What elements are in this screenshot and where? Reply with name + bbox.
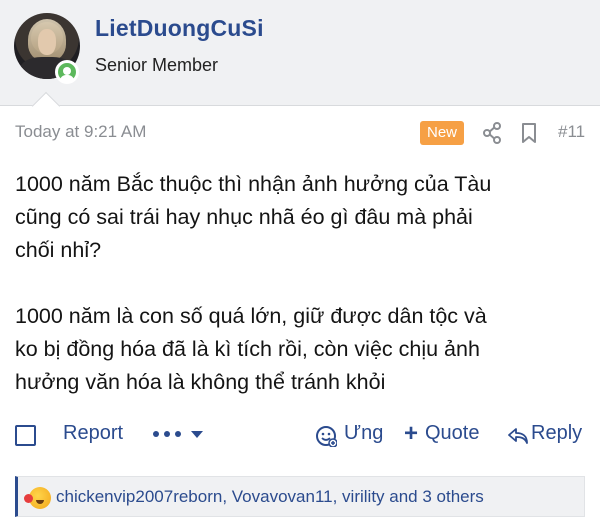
post-actions-bar: Report Ưng + Quote Reply xyxy=(0,418,600,452)
user-title: Senior Member xyxy=(95,55,219,75)
post-meta-row: Today at 9:21 AM New #11 xyxy=(0,118,600,148)
avatar-face xyxy=(38,29,56,55)
report-link[interactable]: Report xyxy=(63,422,123,445)
message-line: cũng có sai trái hay nhục nhã éo gì đâu … xyxy=(15,205,473,229)
chevron-down-icon xyxy=(191,431,203,438)
reply-button[interactable]: Reply xyxy=(531,422,582,445)
post-timestamp[interactable]: Today at 9:21 AM xyxy=(15,122,146,142)
more-dots-icon xyxy=(175,431,181,437)
message-line: 1000 năm Bắc thuộc thì nhận ảnh hưởng củ… xyxy=(15,172,492,196)
reactions-bar[interactable]: chickenvip2007reborn, Vovavovan11, viril… xyxy=(15,476,585,517)
post-number-link[interactable]: #11 xyxy=(558,122,585,142)
reactions-summary-link[interactable]: chickenvip2007reborn, Vovavovan11, viril… xyxy=(56,487,484,507)
more-dots-icon xyxy=(153,431,159,437)
message-line: ko bị đồng hóa đã là kì tích rồi, còn vi… xyxy=(15,337,480,361)
laughing-face-icon xyxy=(24,487,51,509)
message-line: hưởng văn hóa là không thể tránh khỏi xyxy=(15,370,386,394)
message-line: chối nhỉ? xyxy=(15,238,102,262)
react-button[interactable]: Ưng xyxy=(344,422,383,445)
share-icon[interactable] xyxy=(482,122,502,144)
new-badge: New xyxy=(420,121,464,145)
post-user-header: LietDuongCuSi Senior Member xyxy=(0,0,600,121)
select-post-checkbox[interactable] xyxy=(15,425,36,446)
header-pointer xyxy=(31,91,61,121)
online-status-icon xyxy=(55,60,79,84)
quote-button[interactable]: Quote xyxy=(425,422,479,445)
plus-icon: + xyxy=(404,420,419,447)
reply-arrow-icon[interactable] xyxy=(507,426,529,446)
smiley-icon[interactable] xyxy=(315,425,337,447)
bookmark-icon[interactable] xyxy=(521,122,537,144)
username-link[interactable]: LietDuongCuSi xyxy=(95,15,264,42)
more-dots-icon xyxy=(164,431,170,437)
more-options-button[interactable] xyxy=(153,422,205,448)
post-message-body: 1000 năm Bắc thuộc thì nhận ảnh hưởng củ… xyxy=(15,168,590,399)
message-line: 1000 năm là con số quá lớn, giữ được dân… xyxy=(15,304,487,328)
